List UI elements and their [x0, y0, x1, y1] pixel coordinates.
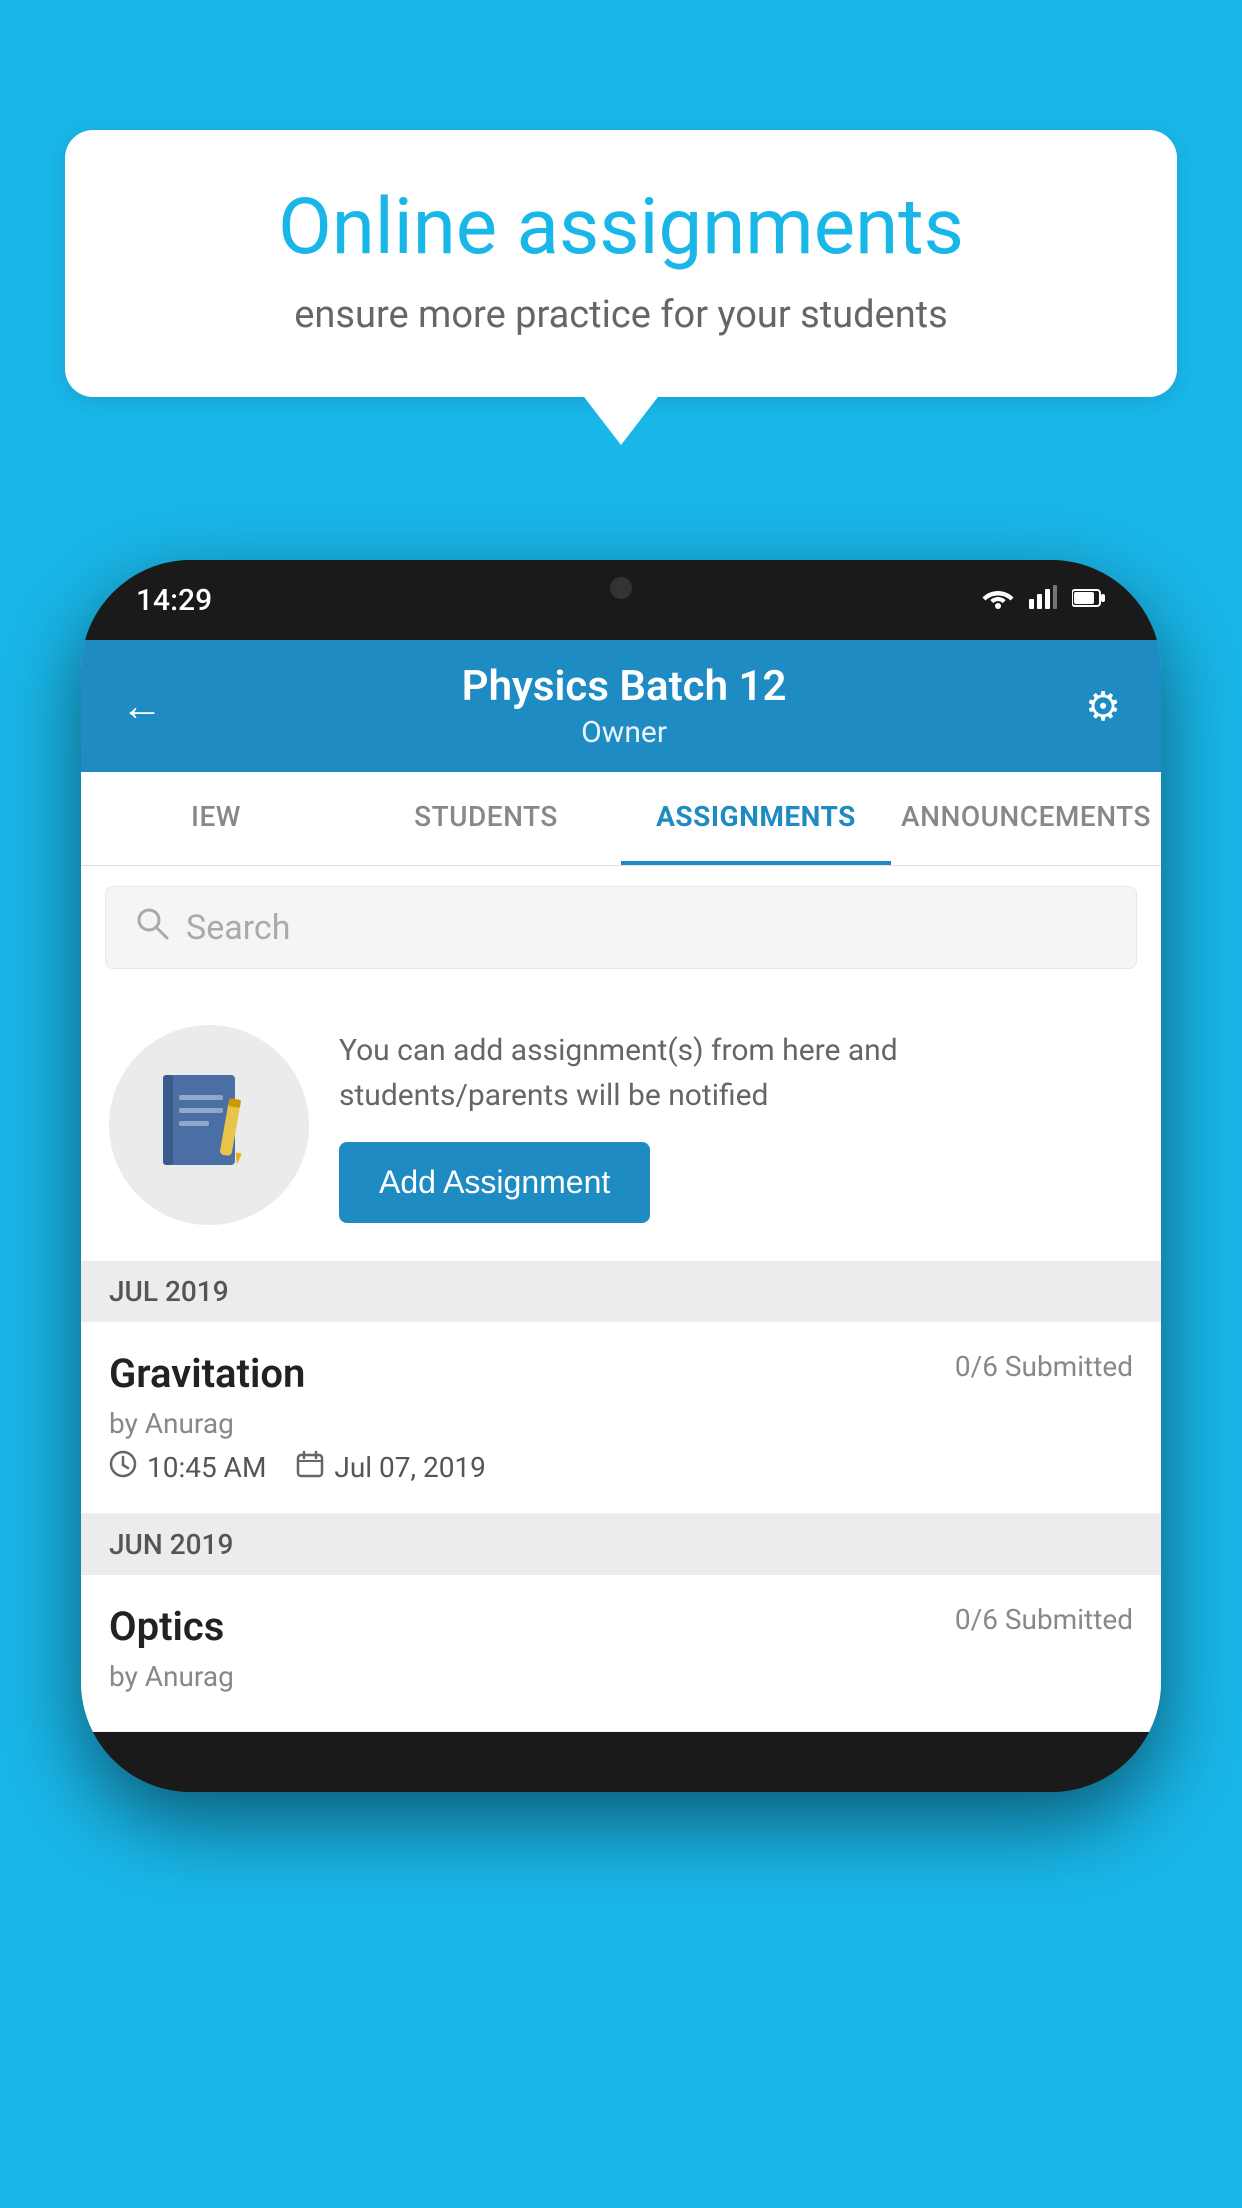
assignment-date: Jul 07, 2019	[296, 1450, 486, 1485]
tab-announcements[interactable]: ANNOUNCEMENTS	[891, 772, 1161, 865]
assignment-submitted: 0/6 Submitted	[955, 1350, 1133, 1383]
assignment-submitted-optics: 0/6 Submitted	[955, 1603, 1133, 1636]
speech-bubble-subtitle: ensure more practice for your students	[125, 293, 1117, 337]
assignment-author: by Anurag	[109, 1407, 1133, 1440]
tabs-bar: IEW STUDENTS ASSIGNMENTS ANNOUNCEMENTS	[81, 772, 1161, 866]
status-bar: 14:29	[81, 560, 1161, 640]
status-time: 14:29	[136, 583, 212, 618]
phone-notch	[521, 560, 721, 615]
tab-students[interactable]: STUDENTS	[351, 772, 621, 865]
empty-state-content: You can add assignment(s) from here and …	[339, 1028, 1133, 1223]
header-title-group: Physics Batch 12 Owner	[462, 662, 787, 750]
assignment-author-optics: by Anurag	[109, 1660, 1133, 1693]
assignment-item-optics[interactable]: Optics 0/6 Submitted by Anurag	[81, 1575, 1161, 1732]
notebook-icon	[159, 1070, 259, 1180]
camera-dot	[610, 577, 632, 599]
signal-icon	[1029, 585, 1057, 616]
empty-state-description: You can add assignment(s) from here and …	[339, 1028, 1133, 1118]
empty-state-section: You can add assignment(s) from here and …	[81, 989, 1161, 1261]
assignment-time: 10:45 AM	[109, 1450, 266, 1485]
month-separator-jun: JUN 2019	[81, 1514, 1161, 1575]
tab-overview[interactable]: IEW	[81, 772, 351, 865]
empty-state-icon-circle	[109, 1025, 309, 1225]
speech-bubble-title: Online assignments	[125, 185, 1117, 271]
batch-title: Physics Batch 12	[462, 662, 787, 711]
back-button[interactable]: ←	[121, 682, 163, 731]
search-container: Search	[81, 866, 1161, 989]
assignment-header: Gravitation 0/6 Submitted	[109, 1350, 1133, 1397]
assignment-time-value: 10:45 AM	[147, 1451, 266, 1484]
search-bar[interactable]: Search	[105, 886, 1137, 969]
phone-screen: ← Physics Batch 12 Owner ⚙ IEW STUDENTS …	[81, 640, 1161, 1732]
app-header: ← Physics Batch 12 Owner ⚙	[81, 640, 1161, 772]
assignment-date-value: Jul 07, 2019	[334, 1451, 486, 1484]
clock-icon	[109, 1450, 137, 1485]
assignment-meta: 10:45 AM Jul 07, 2019	[109, 1450, 1133, 1485]
speech-bubble: Online assignments ensure more practice …	[65, 130, 1177, 397]
search-placeholder-text: Search	[186, 908, 290, 948]
add-assignment-button[interactable]: Add Assignment	[339, 1142, 650, 1223]
search-icon	[134, 905, 170, 950]
status-icons	[982, 585, 1106, 616]
battery-icon	[1072, 585, 1106, 615]
assignment-title-optics: Optics	[109, 1603, 224, 1650]
speech-bubble-container: Online assignments ensure more practice …	[65, 130, 1177, 397]
month-separator-jul: JUL 2019	[81, 1261, 1161, 1322]
assignment-item-gravitation[interactable]: Gravitation 0/6 Submitted by Anurag 10:4…	[81, 1322, 1161, 1514]
tab-assignments[interactable]: ASSIGNMENTS	[621, 772, 891, 865]
phone-bottom	[81, 1732, 1161, 1792]
settings-icon[interactable]: ⚙	[1085, 683, 1121, 730]
batch-subtitle: Owner	[462, 715, 787, 750]
calendar-icon	[296, 1450, 324, 1485]
wifi-icon	[982, 585, 1014, 616]
assignment-title: Gravitation	[109, 1350, 305, 1397]
assignment-header-optics: Optics 0/6 Submitted	[109, 1603, 1133, 1650]
phone-frame: 14:29	[81, 560, 1161, 1792]
